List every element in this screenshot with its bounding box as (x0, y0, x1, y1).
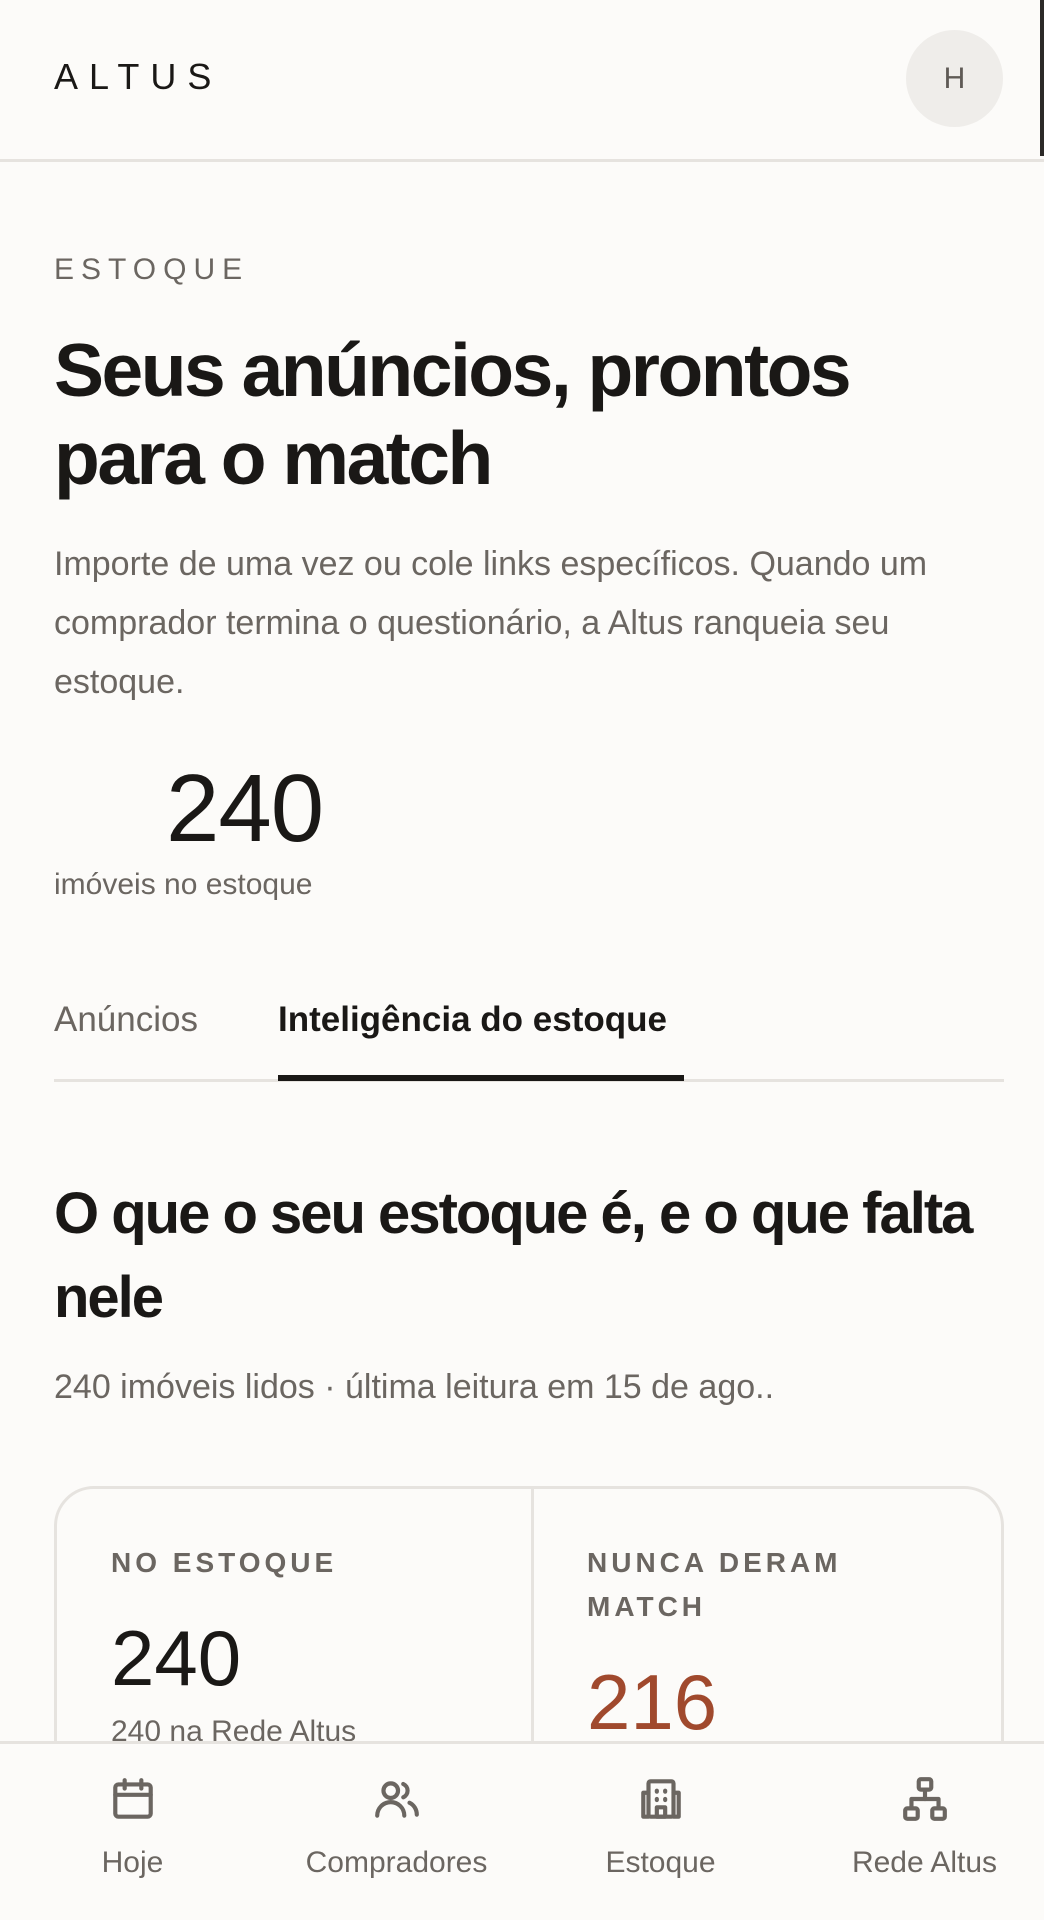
network-icon (900, 1774, 950, 1824)
brand-logo[interactable]: ALTUS (54, 56, 222, 98)
card-label-nunca-deram-match: NUNCA DERAM MATCH (587, 1547, 842, 1622)
nav-item-estoque[interactable]: Estoque (530, 1744, 791, 1920)
active-tab-indicator (278, 1075, 684, 1081)
calendar-icon (108, 1774, 158, 1824)
avatar[interactable]: H (906, 30, 1003, 127)
bottom-nav: Hoje Compradores Estoque Rede Altus (0, 1741, 1044, 1920)
tab-bar: Anúncios Inteligência do estoque (54, 990, 1004, 1082)
users-icon (372, 1774, 422, 1824)
nav-label-compradores: Compradores (305, 1846, 488, 1879)
page: ALTUS H ESTOQUE Seus anúncios, prontos p… (0, 0, 1044, 1920)
card-value-nunca-deram-match: 216 (587, 1658, 718, 1746)
section-eyebrow: ESTOQUE (54, 253, 250, 286)
section-meta: 240 imóveis lidos · última leitura em 15… (54, 1368, 775, 1406)
scrollbar-edge (1040, 0, 1044, 156)
building-icon (636, 1774, 686, 1824)
tab-anuncios[interactable]: Anúncios (54, 990, 198, 1050)
nav-label-estoque: Estoque (605, 1846, 716, 1879)
top-bar: ALTUS H (0, 0, 1044, 162)
nav-item-rede-altus[interactable]: Rede Altus (794, 1744, 1044, 1920)
nav-label-rede-altus: Rede Altus (851, 1846, 998, 1879)
tab-inteligencia-do-estoque[interactable]: Inteligência do estoque (278, 990, 667, 1050)
page-description: Importe de uma vez ou cole links específ… (54, 545, 928, 701)
page-title: Seus anúncios, prontos para o match (54, 328, 852, 500)
section-title: O que o seu estoque é, e o que falta nel… (54, 1181, 973, 1330)
card-label-no-estoque: NO ESTOQUE (111, 1547, 338, 1578)
nav-item-hoje[interactable]: Hoje (2, 1744, 263, 1920)
stock-count-caption: imóveis no estoque (54, 868, 313, 901)
nav-label-hoje: Hoje (101, 1846, 164, 1879)
nav-item-compradores[interactable]: Compradores (266, 1744, 527, 1920)
card-value-no-estoque: 240 (111, 1614, 242, 1702)
stock-count: 240 (166, 755, 324, 862)
